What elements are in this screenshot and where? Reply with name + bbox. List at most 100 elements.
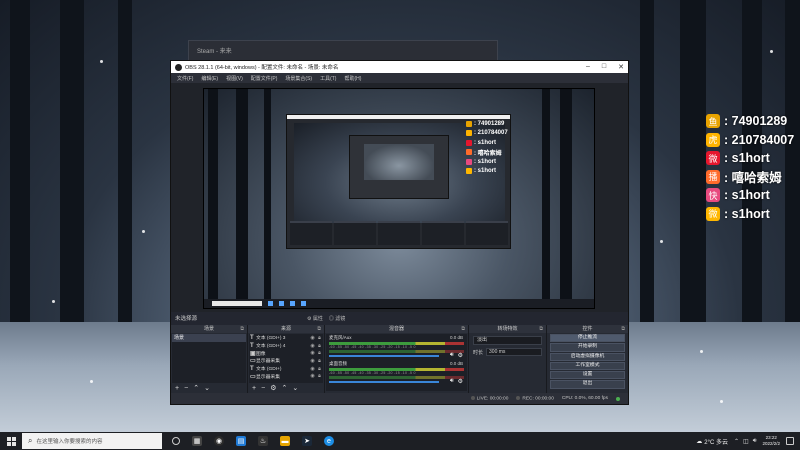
source-item[interactable]: T 文本 (GDI+) 4 ◉ 🔒︎ <box>249 342 323 350</box>
preview-canvas[interactable]: : 74901289 : 210784007 : s1hort : 嘻哈索姆 :… <box>203 88 595 309</box>
gear-icon[interactable]: ⚙ <box>270 384 276 392</box>
eye-icon[interactable]: ◉ <box>309 358 316 364</box>
duration-input[interactable]: 300 ms <box>486 348 542 356</box>
filters-button[interactable]: ◎ 滤镜 <box>329 315 345 322</box>
dock-close-icon[interactable]: ⧉ <box>317 325 321 333</box>
move-down-icon[interactable]: ⌄ <box>204 384 210 392</box>
dock-close-icon[interactable]: ⧉ <box>240 325 244 333</box>
source-name: 文本 (GDI+) 3 <box>256 336 286 342</box>
channel-name: 麦克风/Aux <box>329 335 352 340</box>
lock-icon[interactable]: 🔒︎ <box>316 373 323 379</box>
menu-tools[interactable]: 工具(T) <box>316 75 340 82</box>
dock-close-icon[interactable]: ⧉ <box>461 325 465 333</box>
social-row: 微 : s1hort <box>706 205 800 223</box>
source-item[interactable]: T 文本 (GDI+) 3 ◉ 🔒︎ <box>249 334 323 342</box>
minimize-icon[interactable]: – <box>586 63 590 71</box>
mixer-channel: 麦克风/Aux 0.0 dB -60 -55 -50 -45 -40 -35 -… <box>326 334 467 360</box>
move-up-icon[interactable]: ⌃ <box>281 384 287 392</box>
volume-icon[interactable]: 🔊︎ <box>753 438 757 445</box>
transition-select[interactable]: 淡出 <box>473 336 542 345</box>
close-icon[interactable]: ✕ <box>618 63 624 71</box>
duration-label: 时长 <box>473 349 484 356</box>
lock-icon[interactable]: 🔒︎ <box>316 350 323 356</box>
nested-social-text: : 210784007 <box>474 130 508 137</box>
maximize-icon[interactable]: □ <box>602 63 606 71</box>
eye-icon[interactable]: ◉ <box>309 366 316 372</box>
menu-help[interactable]: 帮助(H) <box>340 75 365 82</box>
obs-window[interactable]: OBS 28.1.1 (64-bit, windows) - 配置文件: 未命名… <box>170 60 629 405</box>
background-window[interactable]: Steam - 来来 <box>188 40 498 62</box>
obs-taskbar-icon[interactable]: ◉ <box>214 436 224 446</box>
menu-view[interactable]: 视图(V) <box>222 75 247 82</box>
nested-social-text: : s1hort <box>474 139 497 146</box>
scene-item[interactable]: 场景 <box>172 334 246 342</box>
settings-button[interactable]: 设置 <box>550 371 625 380</box>
start-recording-button[interactable]: 开始录制 <box>550 343 625 352</box>
task-view-icon[interactable]: ▦ <box>192 436 202 446</box>
taskbar-search[interactable]: ⌕ 在这里输入你要搜索的内容 <box>22 433 162 449</box>
volume-slider[interactable] <box>329 355 439 357</box>
source-item[interactable]: ▣ 图像 ◉ 🔒︎ <box>249 349 323 357</box>
edge-icon[interactable]: e <box>324 436 334 446</box>
eye-icon[interactable]: ◉ <box>309 373 316 379</box>
social-text: : 74901289 <box>724 114 788 128</box>
lock-icon[interactable]: 🔒︎ <box>316 366 323 372</box>
start-virtual-camera-button[interactable]: 启动虚拟摄像机 <box>550 352 625 361</box>
social-text: : 嘻哈索姆 <box>724 171 782 185</box>
scenes-dock: 场景 ⧉ 场景 + − ⌃ ⌄ <box>171 325 247 393</box>
taskbar-clock[interactable]: 23:22 2022/2/2 <box>762 435 780 447</box>
eye-icon[interactable]: ◉ <box>309 343 316 349</box>
lock-icon[interactable]: 🔒︎ <box>316 335 323 341</box>
gear-icon[interactable]: ⚙ <box>458 378 463 385</box>
chevron-up-icon[interactable]: ⌃ <box>734 438 739 445</box>
speaker-icon[interactable]: 🔊︎ <box>450 352 454 359</box>
exit-button[interactable]: 退出 <box>550 380 625 389</box>
obs-statusbar: LIVE: 00:00:00 REC: 00:00:00 CPU: 0.0%, … <box>171 393 628 404</box>
move-up-icon[interactable]: ⌃ <box>193 384 199 392</box>
lock-icon[interactable]: 🔒︎ <box>316 358 323 364</box>
remove-icon[interactable]: − <box>184 385 188 392</box>
add-icon[interactable]: + <box>175 385 179 392</box>
dock-close-icon[interactable]: ⧉ <box>539 325 543 333</box>
connection-status-icon <box>616 396 620 401</box>
obs-titlebar[interactable]: OBS 28.1.1 (64-bit, windows) - 配置文件: 未命名… <box>171 61 628 73</box>
social-row: 鱼 : 74901289 <box>706 112 800 130</box>
social-row: 快 : s1hort <box>706 186 800 204</box>
move-down-icon[interactable]: ⌄ <box>292 384 298 392</box>
filters-label: 滤镜 <box>335 315 346 322</box>
speaker-icon[interactable]: 🔊︎ <box>450 378 454 385</box>
menu-edit[interactable]: 编辑(E) <box>197 75 222 82</box>
properties-button[interactable]: ⚙ 属性 <box>307 315 323 322</box>
lock-icon[interactable]: 🔒︎ <box>316 343 323 349</box>
eye-icon[interactable]: ◉ <box>309 335 316 341</box>
social-text: : s1hort <box>724 206 770 221</box>
menu-profile[interactable]: 配置文件(P) <box>247 75 282 82</box>
menu-scene-collection[interactable]: 场景集合(S) <box>281 75 316 82</box>
gear-icon[interactable]: ⚙ <box>458 352 463 359</box>
store-icon[interactable]: ▤ <box>236 436 246 446</box>
mixer-dock-title: 混音器 <box>388 326 404 332</box>
weather-widget[interactable]: ☁ 2°C 多云 <box>696 437 728 446</box>
network-icon[interactable]: ◫ <box>743 438 749 445</box>
steam-icon[interactable]: ♨ <box>258 436 268 446</box>
studio-mode-button[interactable]: 工作室模式 <box>550 361 625 371</box>
social-accounts-overlay: 鱼 : 74901289 虎 : 210784007 微 : s1hort 播 … <box>706 112 800 223</box>
notification-icon[interactable] <box>786 437 794 445</box>
volume-slider[interactable] <box>329 381 439 383</box>
file-explorer-icon[interactable]: ▬ <box>280 436 290 446</box>
menu-file[interactable]: 文件(F) <box>173 75 197 82</box>
bilibili-live-icon: 播 <box>706 169 720 184</box>
source-item[interactable]: ▭ 显示器采集 ◉ 🔒︎ <box>249 372 323 380</box>
add-icon[interactable]: + <box>252 385 256 392</box>
remove-icon[interactable]: − <box>261 385 265 392</box>
dock-close-icon[interactable]: ⧉ <box>621 325 625 333</box>
source-item[interactable]: ▭ 显示器采集 ◉ 🔒︎ <box>249 357 323 365</box>
steam-client-icon[interactable]: ➤ <box>302 436 312 446</box>
eye-icon[interactable]: ◉ <box>309 350 316 356</box>
nested-social-text: : s1hort <box>474 158 497 165</box>
source-item[interactable]: T 文本 (GDI+) ◉ 🔒︎ <box>249 365 323 373</box>
stop-streaming-button[interactable]: 停止推流 <box>550 334 625 343</box>
obs-logo-icon <box>175 63 182 71</box>
cortana-icon[interactable] <box>172 437 180 445</box>
start-button[interactable] <box>0 432 22 450</box>
